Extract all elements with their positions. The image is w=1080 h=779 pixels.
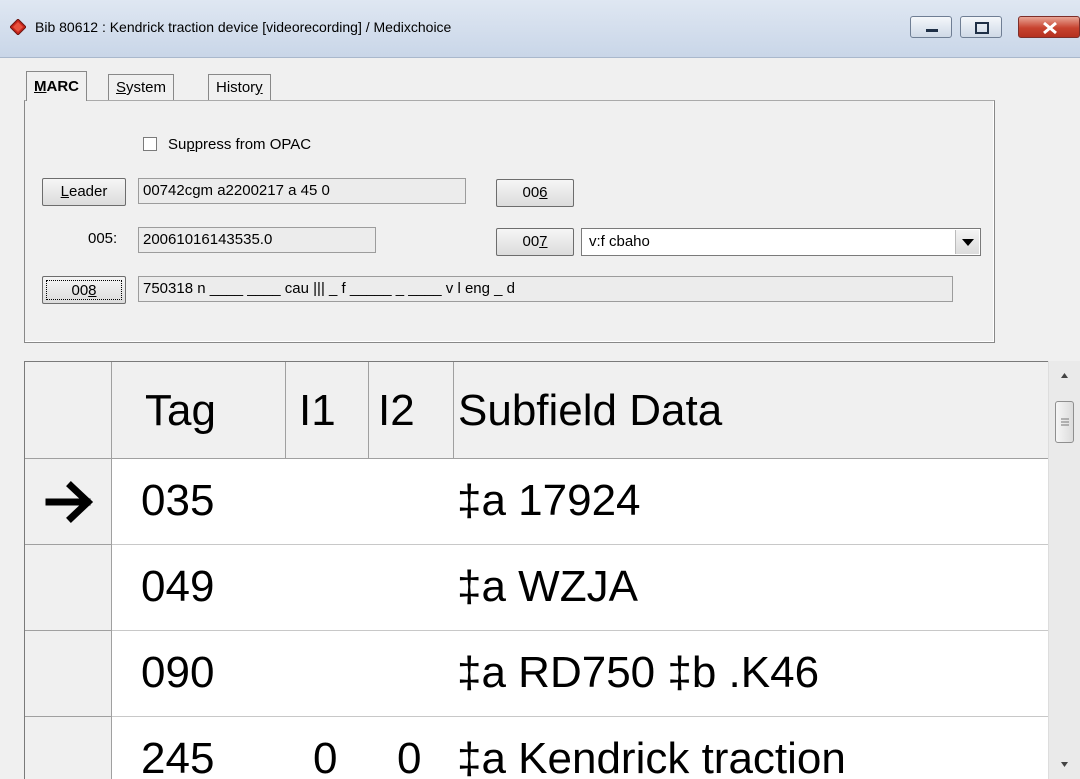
- field-007-button[interactable]: 007: [496, 228, 574, 256]
- scroll-thumb[interactable]: [1055, 401, 1074, 443]
- cell-tag[interactable]: 245: [141, 734, 214, 779]
- column-header-subfield-data[interactable]: Subfield Data: [454, 362, 1050, 459]
- maximize-icon: [975, 22, 989, 34]
- record-form: MARC System History Suppress from OPAC L…: [0, 58, 1080, 779]
- close-icon: [1043, 21, 1057, 35]
- cell-i1[interactable]: 0: [313, 734, 337, 779]
- field-007-selected-value: v:f cbaho: [589, 233, 650, 250]
- row-divider: [112, 630, 1050, 631]
- field-007-dropdown-button[interactable]: [955, 230, 979, 254]
- maximize-button[interactable]: [960, 16, 1002, 38]
- field-005-label: 005:: [88, 230, 118, 247]
- cell-subfield-data[interactable]: ‡a 17924: [457, 476, 641, 526]
- row-divider: [112, 716, 1050, 717]
- field-007-button-mnemonic: 7: [539, 233, 548, 250]
- scroll-down-button[interactable]: [1049, 749, 1080, 779]
- leader-button[interactable]: Leader: [42, 178, 126, 206]
- cell-tag[interactable]: 035: [141, 476, 214, 526]
- cell-tag[interactable]: 049: [141, 562, 214, 612]
- tab-marc[interactable]: MARC: [26, 71, 87, 101]
- suppress-checkbox[interactable]: [143, 137, 157, 151]
- leader-field[interactable]: 00742cgm a2200217 a 45 0: [138, 178, 466, 204]
- tab-history-mnemonic: y: [255, 79, 263, 96]
- field-008-value[interactable]: 750318 n ____ ____ cau ||| _ f _____ _ _…: [138, 276, 953, 302]
- chevron-down-icon: [962, 239, 974, 246]
- arrow-down-icon: [1061, 762, 1068, 767]
- suppress-label-pre: Su: [168, 136, 187, 153]
- cell-subfield-data[interactable]: ‡a WZJA: [457, 562, 638, 612]
- window-title: Bib 80612 : Kendrick traction device [vi…: [35, 19, 452, 35]
- field-008-button-mnemonic: 8: [88, 282, 97, 299]
- suppress-label-rest: press from OPAC: [194, 136, 312, 153]
- suppress-label-mnemonic: p: [186, 136, 195, 153]
- focus-ring: 008: [46, 280, 122, 300]
- row-selector[interactable]: [25, 459, 112, 545]
- row-selector[interactable]: [25, 631, 112, 717]
- tab-marc-label: ARC: [46, 78, 80, 95]
- row-selector[interactable]: [25, 717, 112, 779]
- marc-tag-grid[interactable]: Tag I1 I2 Subfield Data 035 ‡a 17924 049…: [24, 361, 1079, 779]
- field-006-button-mnemonic: 6: [539, 184, 548, 201]
- field-006-button[interactable]: 006: [496, 179, 574, 207]
- title-bar: Bib 80612 : Kendrick traction device [vi…: [0, 0, 1080, 58]
- row-selector[interactable]: [25, 545, 112, 631]
- cell-subfield-data[interactable]: ‡a RD750 ‡b .K46: [457, 648, 819, 698]
- field-008-button-label: 00: [71, 282, 89, 299]
- minimize-button[interactable]: [910, 16, 952, 38]
- column-header-tag[interactable]: Tag: [112, 362, 286, 459]
- cell-tag[interactable]: 090: [141, 648, 214, 698]
- arrow-up-icon: [1061, 373, 1068, 378]
- field-007-select[interactable]: v:f cbaho: [581, 228, 981, 256]
- leader-button-mnemonic: L: [60, 183, 69, 200]
- field-005-value[interactable]: 20061016143535.0: [138, 227, 376, 253]
- grip-icon: [1061, 418, 1069, 426]
- minimize-icon: [926, 29, 938, 32]
- tab-history[interactable]: History: [208, 74, 271, 100]
- tab-system-mnemonic: S: [116, 79, 127, 96]
- column-header-i1[interactable]: I1: [286, 362, 369, 459]
- row-divider: [112, 544, 1050, 545]
- tab-system-label: ystem: [126, 79, 167, 96]
- close-button[interactable]: [1018, 16, 1080, 38]
- tab-system[interactable]: System: [108, 74, 175, 100]
- leader-button-label: eader: [68, 183, 108, 200]
- scroll-up-button[interactable]: [1049, 361, 1080, 391]
- field-008-button[interactable]: 008: [42, 276, 126, 304]
- suppress-label[interactable]: Suppress from OPAC: [168, 136, 311, 153]
- cell-subfield-data[interactable]: ‡a Kendrick traction: [457, 734, 846, 779]
- field-007-button-label: 00: [522, 233, 540, 250]
- arrow-right-icon: [45, 481, 94, 523]
- red-diamond-icon: [10, 19, 26, 35]
- tab-history-label: Histor: [216, 79, 256, 96]
- tab-marc-mnemonic: M: [34, 78, 47, 95]
- cell-i2[interactable]: 0: [397, 734, 421, 779]
- field-006-button-label: 00: [522, 184, 540, 201]
- column-header-i2[interactable]: I2: [369, 362, 454, 459]
- grid-corner-cell: [25, 362, 112, 459]
- grid-vertical-scrollbar[interactable]: [1048, 361, 1080, 779]
